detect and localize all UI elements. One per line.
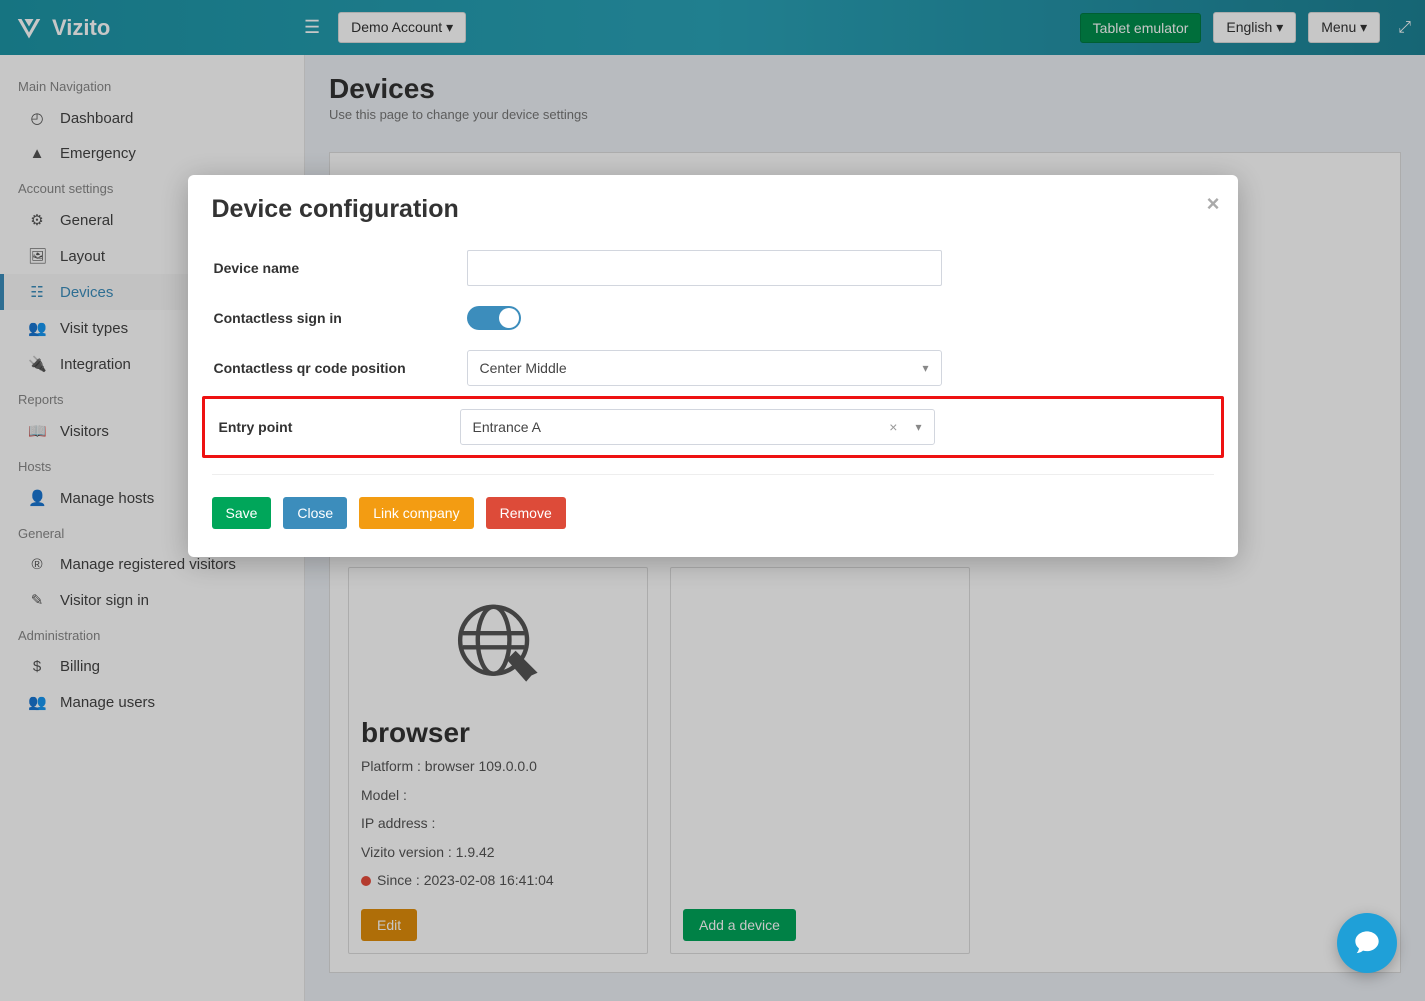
close-icon[interactable]: × [1207, 191, 1220, 217]
form-row-contactless: Contactless sign in [212, 296, 1214, 340]
form-row-qr-position: Contactless qr code position Center Midd… [212, 340, 1214, 396]
entry-point-select[interactable]: Entrance A × ▾ [460, 409, 935, 445]
remove-button[interactable]: Remove [486, 497, 566, 529]
device-name-label: Device name [212, 260, 467, 276]
modal-overlay: × Device configuration Device name Conta… [0, 0, 1425, 1001]
clear-icon[interactable]: × [889, 419, 897, 435]
modal-actions: Save Close Link company Remove [212, 497, 1214, 529]
device-name-input[interactable] [467, 250, 942, 286]
device-config-modal: × Device configuration Device name Conta… [188, 175, 1238, 557]
link-company-button[interactable]: Link company [359, 497, 473, 529]
entry-point-value: Entrance A [473, 419, 542, 435]
chat-fab[interactable] [1337, 913, 1397, 973]
entry-point-label: Entry point [217, 419, 460, 435]
qr-position-value: Center Middle [480, 360, 567, 376]
save-button[interactable]: Save [212, 497, 272, 529]
caret-down-icon: ▾ [922, 361, 928, 375]
form-row-entry-point: Entry point Entrance A × ▾ [217, 405, 1215, 449]
contactless-toggle[interactable] [467, 306, 521, 330]
caret-down-icon: ▾ [915, 420, 921, 434]
entry-point-highlight: Entry point Entrance A × ▾ [202, 396, 1224, 458]
contactless-label: Contactless sign in [212, 310, 467, 326]
modal-title: Device configuration [212, 195, 1214, 224]
chat-icon [1353, 929, 1381, 957]
qr-position-select[interactable]: Center Middle ▾ [467, 350, 942, 386]
close-button[interactable]: Close [283, 497, 347, 529]
qr-position-label: Contactless qr code position [212, 360, 467, 376]
form-row-device-name: Device name [212, 240, 1214, 296]
